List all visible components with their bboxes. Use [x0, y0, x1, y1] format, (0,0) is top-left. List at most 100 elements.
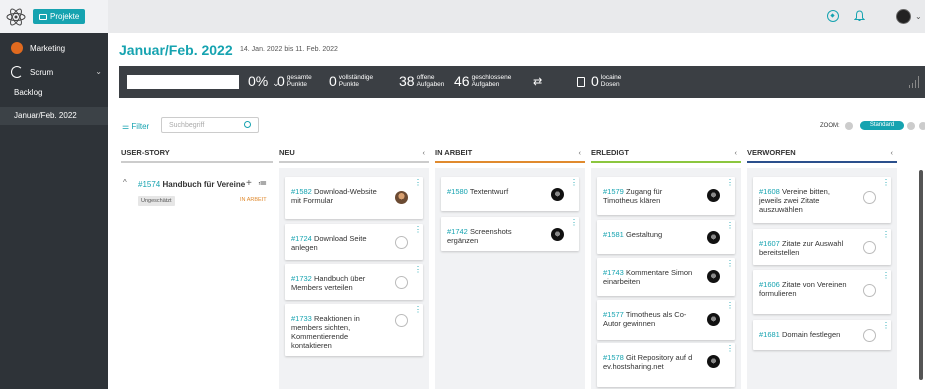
- task-card[interactable]: #1743 Kommentare Simon einarbeiten ⋮: [597, 258, 735, 296]
- more-icon[interactable]: ⋮: [726, 260, 734, 268]
- chevron-up-icon[interactable]: ^: [123, 178, 127, 187]
- column-header-inarbeit: IN ARBEIT ‹: [435, 148, 585, 163]
- chart-bars-icon: [909, 76, 919, 88]
- stat-number: 38: [399, 73, 415, 89]
- stat-number: 0: [277, 73, 285, 89]
- task-id: #1606: [759, 280, 780, 289]
- atom-logo-icon[interactable]: [5, 6, 27, 28]
- collapse-icon[interactable]: ‹: [579, 148, 582, 157]
- task-card[interactable]: #1742 Screenshots ergänzen ⋮: [441, 217, 579, 251]
- task-card[interactable]: #1578 Git Repository auf dev.hostsharing…: [597, 343, 735, 387]
- progress-bar: [127, 75, 239, 89]
- task-text: #1743 Kommentare Simon einarbeiten: [603, 268, 693, 286]
- user-avatar[interactable]: [896, 9, 911, 24]
- task-text: #1579 Zugang für Timotheus klären: [603, 187, 693, 205]
- more-icon[interactable]: ⋮: [882, 322, 890, 330]
- task-card[interactable]: #1724 Download Seite anlegen ⋮: [285, 224, 423, 260]
- more-icon[interactable]: ⋮: [414, 266, 422, 274]
- zoom-option-standard[interactable]: Standard: [860, 121, 904, 130]
- sidebar-item-sprint[interactable]: Januar/Feb. 2022: [0, 107, 108, 125]
- more-icon[interactable]: ⋮: [414, 226, 422, 234]
- more-icon[interactable]: ⋮: [414, 179, 422, 187]
- chevron-down-icon[interactable]: ⌄: [915, 12, 925, 24]
- task-card[interactable]: #1681 Domain festlegen ⋮: [753, 320, 891, 350]
- vertical-scrollbar[interactable]: [919, 170, 923, 380]
- sidebar-top: Projekte: [0, 0, 108, 33]
- progress-percent-value: 0%: [248, 73, 269, 89]
- more-icon[interactable]: ⋮: [570, 179, 578, 187]
- avatar: [707, 189, 720, 202]
- page-title: Januar/Feb. 2022: [119, 42, 233, 58]
- task-card[interactable]: #1606 Zitate von Vereinen formulieren ⋮: [753, 270, 891, 314]
- add-task-icon[interactable]: +: [246, 178, 252, 189]
- more-icon[interactable]: ⋮: [726, 222, 734, 230]
- sidebar-item-label: Marketing: [30, 43, 66, 53]
- stat-label: Aufgaben: [471, 81, 500, 88]
- sidebar-item-scrum[interactable]: Scrum ⌄: [0, 66, 108, 78]
- stat-label: Punkte: [286, 81, 308, 88]
- collapse-icon[interactable]: ‹: [891, 148, 894, 157]
- compass-icon[interactable]: [827, 10, 839, 22]
- chevron-down-icon: ⌄: [95, 67, 102, 76]
- top-bar: ⌄: [108, 0, 925, 33]
- task-text: #1606 Zitate von Vereinen formulieren: [759, 280, 849, 298]
- more-icon[interactable]: ⋮: [726, 345, 734, 353]
- sidebar-item-label: Januar/Feb. 2022: [14, 111, 77, 120]
- task-card[interactable]: #1607 Zitate zur Auswahl bereitstellen ⋮: [753, 229, 891, 265]
- zoom-option-large[interactable]: [907, 122, 915, 130]
- zoom-label: ZOOM:: [820, 123, 840, 129]
- avatar: [707, 231, 720, 244]
- task-card[interactable]: #1732 Handbuch über Members verteilen ⋮: [285, 264, 423, 300]
- task-list-icon[interactable]: ≔: [258, 178, 267, 189]
- task-card[interactable]: #1579 Zugang für Timotheus klären ⋮: [597, 177, 735, 215]
- task-card[interactable]: #1582 Download-Website mit Formular ⋮: [285, 177, 423, 219]
- estimate-badge[interactable]: Ungeschätzt: [138, 196, 175, 206]
- marketing-icon: [11, 42, 23, 54]
- story-title[interactable]: #1574 Handbuch für Vereine: [138, 180, 245, 189]
- task-text: #1581 Gestaltung: [603, 230, 693, 239]
- swap-icon[interactable]: ⇄: [533, 75, 542, 88]
- column-header-erledigt: ERLEDIGT ‹: [591, 148, 741, 163]
- more-icon[interactable]: ⋮: [726, 179, 734, 187]
- task-card[interactable]: #1733 Reaktionen in members sichten, Kom…: [285, 304, 423, 356]
- task-id: #1732: [291, 274, 312, 283]
- task-card[interactable]: #1581 Gestaltung ⋮: [597, 220, 735, 254]
- task-id: #1607: [759, 239, 780, 248]
- story-status: IN ARBEIT: [240, 197, 267, 203]
- task-title: Domain festlegen: [781, 330, 841, 339]
- task-card[interactable]: #1580 Textentwurf ⋮: [441, 177, 579, 211]
- task-title: Gestaltung: [625, 230, 663, 239]
- avatar: [863, 329, 876, 342]
- progress-percent: 0% ⌄: [248, 73, 280, 89]
- task-card[interactable]: #1577 Timotheus als Co-Autor gewinnen ⋮: [597, 300, 735, 340]
- stat-label: Dosen: [600, 81, 620, 88]
- more-icon[interactable]: ⋮: [882, 179, 890, 187]
- zoom-option-xlarge[interactable]: [919, 122, 925, 130]
- more-icon[interactable]: ⋮: [414, 306, 422, 314]
- sidebar-item-marketing[interactable]: Marketing: [0, 41, 108, 55]
- avatar: [707, 355, 720, 368]
- task-text: #1742 Screenshots ergänzen: [447, 227, 537, 245]
- task-id: #1681: [759, 330, 780, 339]
- task-card[interactable]: #1608 Vereine bitten, jeweils zwei Zitat…: [753, 177, 891, 223]
- avatar: [395, 314, 408, 327]
- sidebar-item-backlog[interactable]: Backlog: [14, 88, 42, 97]
- projects-button[interactable]: Projekte: [33, 9, 86, 24]
- task-text: #1724 Download Seite anlegen: [291, 234, 381, 252]
- search-input[interactable]: Suchbegriff: [161, 117, 259, 133]
- avatar: [395, 191, 408, 204]
- bell-icon[interactable]: [853, 10, 866, 22]
- more-icon[interactable]: ⋮: [570, 219, 578, 227]
- column-title: VERWORFEN: [747, 148, 796, 157]
- collapse-icon[interactable]: ‹: [423, 148, 426, 157]
- zoom-option-small[interactable]: [845, 122, 853, 130]
- task-id: #1724: [291, 234, 312, 243]
- stat-open-tasks: 38 offene Aufgaben: [399, 74, 444, 88]
- collapse-icon[interactable]: ‹: [735, 148, 738, 157]
- search-icon[interactable]: [244, 121, 251, 128]
- filter-button[interactable]: ⚌ Filter: [122, 122, 149, 131]
- more-icon[interactable]: ⋮: [726, 302, 734, 310]
- stat-number: 0: [591, 73, 599, 89]
- more-icon[interactable]: ⋮: [882, 231, 890, 239]
- more-icon[interactable]: ⋮: [882, 272, 890, 280]
